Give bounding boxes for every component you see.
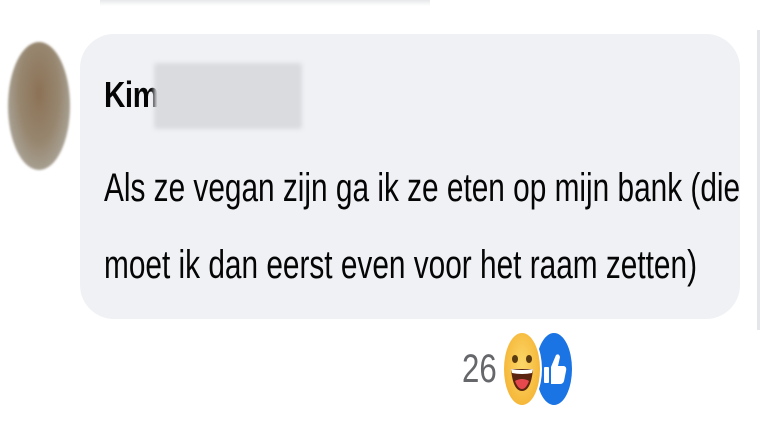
avatar[interactable]: [8, 42, 70, 170]
haha-emoji-icon: [502, 331, 542, 407]
comment-view: Kim Als ze vegan zijn ga ik ze eten op m…: [0, 0, 760, 428]
comment-author-row[interactable]: Kim: [104, 62, 302, 129]
previous-comment-fade: [100, 0, 430, 6]
redacted-surname: [154, 63, 302, 129]
reaction-summary[interactable]: 26: [462, 331, 574, 407]
comment-line: Als ze vegan zijn ga ik ze eten op mijn …: [104, 166, 741, 210]
reaction-count[interactable]: 26: [462, 347, 497, 392]
author-name[interactable]: Kim: [104, 74, 159, 116]
comment-line: moet ik dan eerst even voor het raam zet…: [104, 243, 697, 287]
comment-text: Als ze vegan zijn ga ik ze eten op mijn …: [104, 150, 741, 304]
